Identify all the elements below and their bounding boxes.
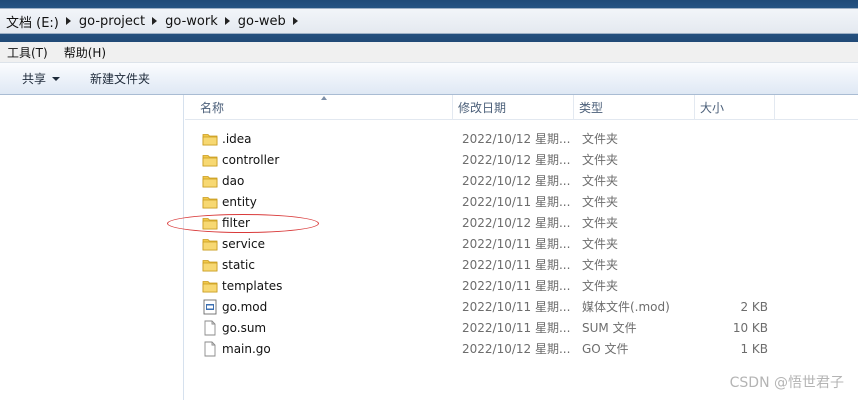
file-type: 文件夹 xyxy=(582,237,619,251)
new-folder-button[interactable]: 新建文件夹 xyxy=(90,70,150,87)
breadcrumb-item[interactable]: 文档 (E:) xyxy=(6,12,79,31)
folder-icon xyxy=(202,131,218,148)
file-date: 2022/10/12 星期... xyxy=(462,174,571,188)
file-size: 1 KB xyxy=(740,342,768,356)
breadcrumb[interactable]: 文档 (E:) go-project go-work go-web xyxy=(0,8,858,34)
chevron-right-icon[interactable] xyxy=(152,17,158,25)
file-row[interactable]: templates 2022/10/11 星期... 文件夹 xyxy=(185,276,858,297)
file-name: controller xyxy=(222,153,280,167)
folder-icon xyxy=(202,236,218,253)
file-size xyxy=(697,234,768,255)
breadcrumb-item[interactable]: go-project xyxy=(79,14,165,29)
file-size xyxy=(697,129,768,150)
file-size xyxy=(697,255,768,276)
file-row[interactable]: controller 2022/10/12 星期... 文件夹 xyxy=(185,150,858,171)
file-size xyxy=(697,276,768,297)
file-row[interactable]: static 2022/10/11 星期... 文件夹 xyxy=(185,255,858,276)
file-row[interactable]: dao 2022/10/12 星期... 文件夹 xyxy=(185,171,858,192)
chevron-right-icon[interactable] xyxy=(292,17,298,25)
column-header-row: 名称 修改日期 类型 大小 xyxy=(185,95,858,120)
file-row[interactable]: entity 2022/10/11 星期... 文件夹 xyxy=(185,192,858,213)
file-date: 2022/10/11 星期... xyxy=(462,300,571,314)
file-row[interactable]: go.sum 2022/10/11 星期... SUM 文件 10 KB xyxy=(185,318,858,339)
folder-icon xyxy=(202,152,218,169)
folder-icon xyxy=(202,173,218,190)
file-row[interactable]: main.go 2022/10/12 星期... GO 文件 1 KB xyxy=(185,339,858,360)
file-type: GO 文件 xyxy=(582,342,629,356)
file-type: 文件夹 xyxy=(582,258,619,272)
file-date: 2022/10/12 星期... xyxy=(462,342,571,356)
file-name: dao xyxy=(222,174,245,188)
file-size xyxy=(697,150,768,171)
document-icon xyxy=(202,320,218,337)
file-date: 2022/10/11 星期... xyxy=(462,195,571,209)
column-header-date[interactable]: 修改日期 xyxy=(453,95,574,120)
document-icon xyxy=(202,341,218,358)
menu-bar: 工具(T) 帮助(H) xyxy=(0,42,858,63)
file-type: 文件夹 xyxy=(582,195,619,209)
breadcrumb-item[interactable]: go-web xyxy=(238,14,306,29)
file-size xyxy=(697,171,768,192)
chevron-right-icon[interactable] xyxy=(224,17,230,25)
file-size: 2 KB xyxy=(740,300,768,314)
file-type: 文件夹 xyxy=(582,216,619,230)
file-date: 2022/10/11 星期... xyxy=(462,321,571,335)
folder-icon xyxy=(202,194,218,211)
watermark: CSDN @悟世君子 xyxy=(729,375,844,391)
file-name: main.go xyxy=(222,342,271,356)
share-button[interactable]: 共享 xyxy=(22,70,61,87)
file-date: 2022/10/11 星期... xyxy=(462,237,571,251)
file-list: 名称 修改日期 类型 大小 .idea 2022/10/12 星期... 文件夹 co… xyxy=(185,95,858,400)
menu-item-tools[interactable]: 工具(T) xyxy=(7,44,48,61)
column-header-size[interactable]: 大小 xyxy=(695,95,775,120)
file-type: 媒体文件(.mod) xyxy=(582,300,670,314)
file-date: 2022/10/12 星期... xyxy=(462,132,571,146)
file-name: templates xyxy=(222,279,283,293)
chevron-down-icon xyxy=(52,76,61,81)
media-file-icon xyxy=(202,299,218,316)
annotation-ellipse xyxy=(167,214,319,233)
file-name: .idea xyxy=(222,132,252,146)
file-row[interactable]: .idea 2022/10/12 星期... 文件夹 xyxy=(185,129,858,150)
menu-item-help[interactable]: 帮助(H) xyxy=(64,44,106,61)
file-type: 文件夹 xyxy=(582,153,619,167)
command-toolbar: 共享 新建文件夹 xyxy=(0,63,858,95)
file-row[interactable]: go.mod 2022/10/11 星期... 媒体文件(.mod) 2 KB xyxy=(185,297,858,318)
column-header-name[interactable]: 名称 xyxy=(195,95,453,120)
address-bar: 文档 (E:) go-project go-work go-web xyxy=(0,0,858,42)
file-name: service xyxy=(222,237,265,251)
file-name: go.sum xyxy=(222,321,267,335)
file-type: SUM 文件 xyxy=(582,321,637,335)
chevron-right-icon[interactable] xyxy=(65,17,71,25)
file-name: go.mod xyxy=(222,300,268,314)
file-size xyxy=(697,213,768,234)
navigation-pane[interactable] xyxy=(0,95,184,400)
file-date: 2022/10/12 星期... xyxy=(462,153,571,167)
file-date: 2022/10/11 星期... xyxy=(462,279,571,293)
folder-icon xyxy=(202,257,218,274)
column-header-type[interactable]: 类型 xyxy=(574,95,695,120)
file-name: entity xyxy=(222,195,257,209)
file-date: 2022/10/12 星期... xyxy=(462,216,571,230)
breadcrumb-item[interactable]: go-work xyxy=(165,14,238,29)
file-date: 2022/10/11 星期... xyxy=(462,258,571,272)
file-row[interactable]: service 2022/10/11 星期... 文件夹 xyxy=(185,234,858,255)
file-type: 文件夹 xyxy=(582,279,619,293)
folder-icon xyxy=(202,278,218,295)
file-type: 文件夹 xyxy=(582,174,619,188)
file-name: static xyxy=(222,258,255,272)
file-type: 文件夹 xyxy=(582,132,619,146)
file-size: 10 KB xyxy=(732,321,768,335)
file-size xyxy=(697,192,768,213)
